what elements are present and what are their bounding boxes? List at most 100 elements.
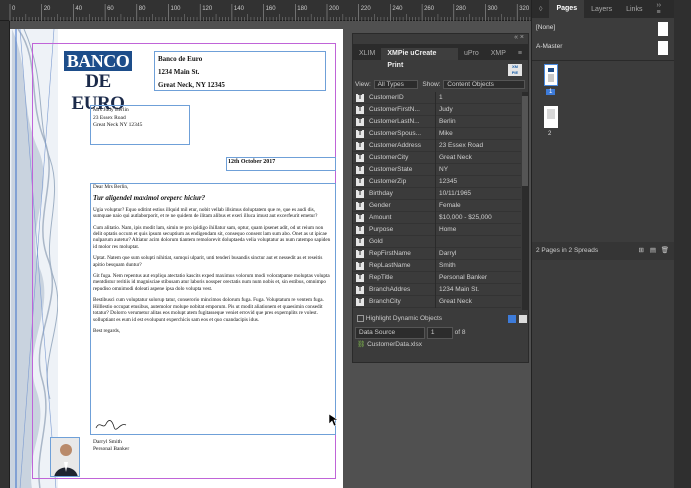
ruler-label: 260	[424, 6, 435, 12]
show-label: Show:	[422, 81, 441, 88]
field-value: Berlin	[439, 118, 456, 125]
pages-panel[interactable]: ◊ Pages Layers Links ›› ≡ [None] A-Maste…	[531, 0, 674, 488]
tab-xlim[interactable]: XLIM	[353, 48, 381, 60]
field-value: 23 Essex Road	[439, 142, 484, 149]
text-object-icon: T	[356, 274, 364, 282]
field-name: Purpose	[369, 226, 394, 233]
data-source-select[interactable]: Data Source	[355, 327, 425, 339]
record-number-input[interactable]: 1	[426, 327, 453, 339]
field-name: CustomerCity	[369, 154, 409, 161]
text-object-icon: T	[356, 190, 364, 198]
text-object-icon: T	[356, 94, 364, 102]
field-value: 10/11/1965	[439, 190, 472, 197]
data-source-file[interactable]: CustomerData.xlsx	[367, 341, 422, 348]
logo-top-text: BANCO	[64, 51, 132, 71]
content-object-row[interactable]: T RepLastName Smith	[353, 260, 521, 272]
field-value: Home	[439, 226, 457, 233]
new-page-icon[interactable]: ▤	[650, 242, 656, 260]
view-select[interactable]: All Types	[373, 80, 418, 89]
content-object-row[interactable]: T CustomerAddress 23 Essex Road	[353, 140, 521, 152]
tab-layers[interactable]: Layers	[584, 6, 619, 13]
text-object-icon: T	[356, 238, 364, 246]
content-object-row[interactable]: T Gender Female	[353, 200, 521, 212]
delete-page-icon[interactable]: 🗑	[661, 242, 669, 260]
vertical-ruler[interactable]	[0, 21, 10, 488]
field-value: Smith	[439, 262, 456, 269]
content-object-row[interactable]: T CustomerID 1	[353, 92, 521, 104]
field-name: RepTitle	[369, 274, 393, 281]
field-value: 1234 Main St.	[439, 286, 480, 293]
salutation: Dear Mrs Berlin,	[93, 184, 129, 190]
content-object-row[interactable]: T Gold	[353, 236, 521, 248]
content-object-row[interactable]: T CustomerZip 12345	[353, 176, 521, 188]
bank-logo[interactable]: BANCO DE EURO	[64, 51, 132, 114]
closing: Best regards,	[93, 327, 121, 334]
paragraph-2: Cum alitatio. Nam, ipis modit lam, simin…	[93, 224, 331, 250]
ruler-label: 120	[202, 6, 213, 12]
field-value: Great Neck	[439, 154, 472, 161]
ruler-label: 280	[456, 6, 467, 12]
document-page[interactable]: BANCO DE EURO Banco de Euro 1234 Main St…	[10, 29, 343, 488]
tab-upro[interactable]: uPro	[458, 48, 485, 60]
tab-links[interactable]: Links	[619, 6, 649, 13]
a-master[interactable]: A-Master	[536, 43, 562, 50]
highlight-checkbox[interactable]	[357, 314, 364, 322]
field-name: CustomerFirstN...	[369, 106, 420, 113]
page-1-number[interactable]: 1	[546, 89, 556, 95]
none-master-thumb[interactable]	[658, 22, 668, 36]
text-object-icon: T	[356, 262, 364, 270]
a-master-thumb[interactable]	[658, 41, 668, 55]
text-object-icon: T	[356, 298, 364, 306]
content-object-row[interactable]: T BranchAddres 1234 Main St.	[353, 284, 521, 296]
content-object-row[interactable]: T CustomerLastN... Berlin	[353, 116, 521, 128]
text-object-icon: T	[356, 130, 364, 138]
content-object-row[interactable]: T CustomerFirstN... Judy	[353, 104, 521, 116]
representative-photo[interactable]	[50, 437, 80, 477]
ruler-label: 200	[329, 6, 340, 12]
field-name: Gender	[369, 202, 391, 209]
text-object-icon: T	[356, 202, 364, 210]
text-object-icon: T	[356, 178, 364, 186]
page-2-thumb[interactable]	[544, 106, 558, 128]
list-scrollbar[interactable]	[522, 92, 528, 310]
panel-collapse-icon[interactable]: « ×	[514, 34, 524, 41]
panel-menu-icon[interactable]: ≡	[512, 48, 528, 60]
page-2-number[interactable]: 2	[548, 131, 551, 137]
content-object-row[interactable]: T BranchCity Great Neck	[353, 296, 521, 308]
window-scrollbar[interactable]	[674, 0, 691, 488]
panel-menu-icon[interactable]: ›› ≡	[649, 2, 674, 16]
highlight-label: Highlight Dynamic Objects	[365, 315, 443, 322]
field-value: Judy	[439, 106, 453, 113]
new-object-icon[interactable]	[519, 315, 527, 323]
content-object-row[interactable]: T Amount $10,000 - $25,000	[353, 212, 521, 224]
tab-pages[interactable]: Pages	[549, 0, 585, 18]
text-object-icon: T	[356, 250, 364, 258]
sync-icon[interactable]	[508, 315, 516, 323]
link-icon: ⛓	[357, 341, 366, 348]
none-master[interactable]: [None]	[536, 24, 555, 31]
edit-page-size-icon[interactable]: ⊞	[639, 242, 644, 260]
content-object-row[interactable]: T CustomerState NY	[353, 164, 521, 176]
page-1-thumb[interactable]	[544, 64, 558, 86]
field-name: RepLastName	[369, 262, 411, 269]
mouse-cursor-icon	[328, 413, 339, 427]
content-object-row[interactable]: T Purpose Home	[353, 224, 521, 236]
content-object-row[interactable]: T CustomerSpous... Mike	[353, 128, 521, 140]
content-object-row[interactable]: T Birthday 10/11/1965	[353, 188, 521, 200]
horizontal-ruler[interactable]: 0 20 40 60 80 100 120 140 160 180 200 220 240 260 280 3…	[0, 0, 531, 21]
content-object-list[interactable]: T CustomerID 1 T CustomerFirstN... Judy T Custo…	[353, 92, 521, 310]
tab-xmp[interactable]: XMP	[485, 48, 512, 60]
ruler-ticks: 0 20 40 60 80 100 120 140 160 180 200 220 240 260 280 3…	[9, 4, 531, 21]
bank-street: 1234 Main St.	[158, 68, 200, 76]
paragraph-1: Ugia voluptur? Equo oditint estius illqu…	[93, 206, 318, 220]
content-object-row[interactable]: T CustomerCity Great Neck	[353, 152, 521, 164]
recipient-city: Great Neck NY 12345	[93, 122, 143, 128]
logo-bottom-text: DE EURO	[64, 71, 132, 114]
field-value: Mike	[439, 130, 453, 137]
tab-xmpie-ucreate-print[interactable]: XMPie uCreate Print	[381, 48, 458, 69]
content-object-row[interactable]: T RepTitle Personal Banker	[353, 272, 521, 284]
xmpie-panel[interactable]: « × XLIM XMPie uCreate Print uPro XMP ≡ …	[352, 33, 529, 363]
signer-title: Personal Banker	[93, 446, 130, 452]
content-object-row[interactable]: T RepFirstName Darryl	[353, 248, 521, 260]
show-select[interactable]: Content Objects	[443, 80, 526, 89]
